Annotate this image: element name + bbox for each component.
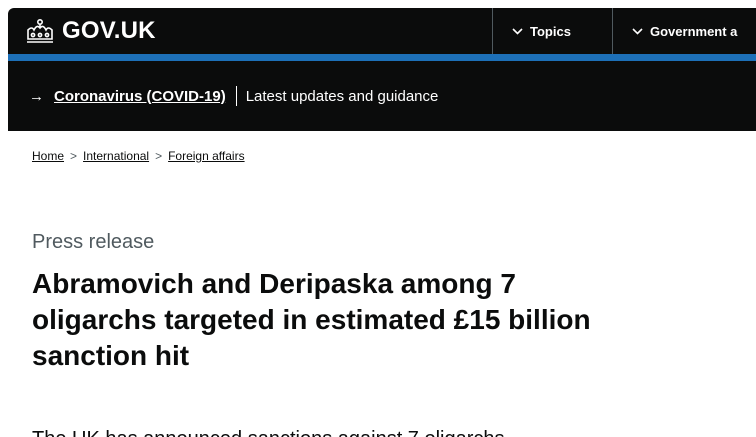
document-type-caption: Press release bbox=[32, 231, 155, 253]
government-label: Government a bbox=[650, 23, 738, 39]
page-frame: GOV.UK Topics Government a → Coronavirus… bbox=[8, 8, 756, 437]
breadcrumb: Home > International > Foreign affairs bbox=[32, 149, 245, 163]
site-header: GOV.UK Topics Government a bbox=[8, 8, 756, 54]
government-menu-button[interactable]: Government a bbox=[632, 8, 737, 54]
covid-banner: → Coronavirus (COVID-19) Latest updates … bbox=[8, 61, 756, 131]
covid-link[interactable]: Coronavirus (COVID-19) bbox=[54, 88, 226, 105]
breadcrumb-separator: > bbox=[155, 149, 163, 163]
banner-separator bbox=[235, 86, 237, 106]
breadcrumb-home[interactable]: Home bbox=[32, 149, 64, 163]
breadcrumb-international[interactable]: International bbox=[83, 149, 149, 163]
nav-divider bbox=[492, 8, 493, 54]
govuk-logo-link[interactable]: GOV.UK bbox=[24, 14, 156, 48]
topics-label: Topics bbox=[530, 23, 571, 39]
topics-menu-button[interactable]: Topics bbox=[512, 8, 571, 54]
lead-paragraph: The UK has announced sanctions against 7… bbox=[32, 428, 505, 437]
logo-text: GOV.UK bbox=[62, 17, 156, 44]
breadcrumb-foreign-affairs[interactable]: Foreign affairs bbox=[168, 149, 244, 163]
nav-divider bbox=[612, 8, 613, 54]
covid-banner-text: Latest updates and guidance bbox=[245, 87, 439, 105]
chevron-down-icon bbox=[632, 27, 643, 35]
arrow-right-icon: → bbox=[29, 87, 44, 105]
chevron-down-icon bbox=[512, 27, 523, 35]
breadcrumb-separator: > bbox=[70, 149, 78, 163]
header-accent-bar bbox=[8, 54, 756, 61]
crown-icon bbox=[27, 18, 53, 43]
page-title: Abramovich and Deripaska among 7 oligarc… bbox=[32, 268, 591, 371]
